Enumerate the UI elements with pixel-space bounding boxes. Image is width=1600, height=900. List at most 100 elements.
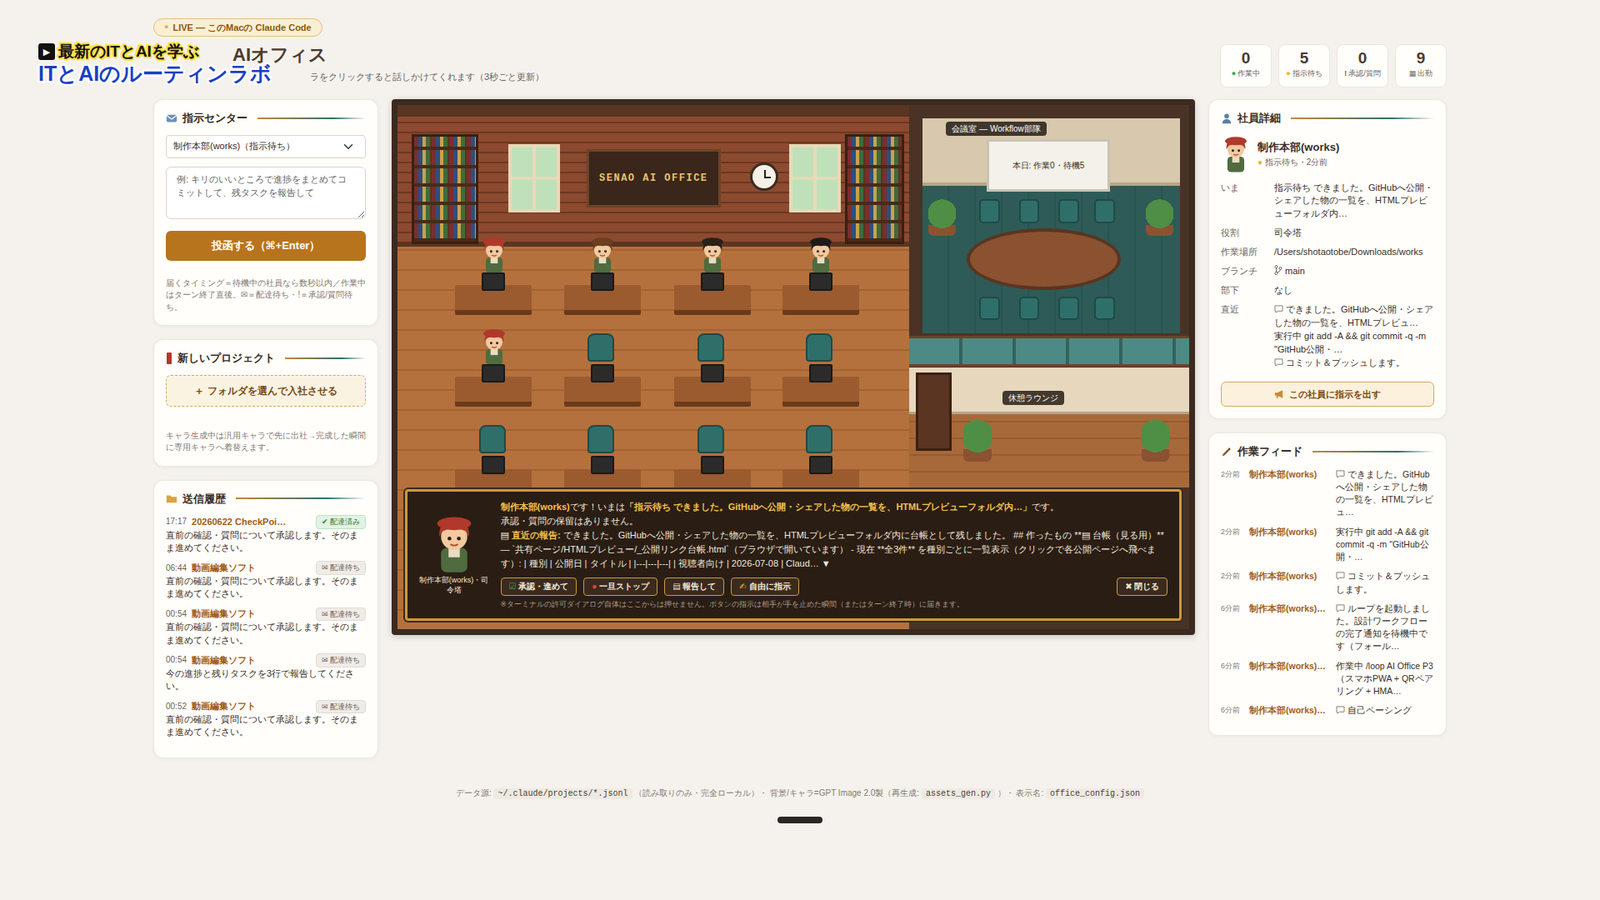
- badge-label: 配達待ち: [330, 610, 360, 619]
- history-item[interactable]: 17:1720260622 CheckPoi…✔ 配達済み直前の確認・質問につい…: [165, 515, 366, 555]
- action-icon: ▤: [672, 581, 680, 591]
- feed-item: 2分前制作本部(works)コミット＆プッシュします。: [1220, 570, 1435, 595]
- history-item[interactable]: 06:44動画編集ソフト✉ 配達待ち直前の確認・質問について承認します。そのまま…: [165, 560, 366, 600]
- door: [915, 372, 952, 451]
- field-label: 部下: [1220, 284, 1266, 298]
- feed-item: 6分前制作本部(works)…自己ペーシング: [1220, 704, 1435, 717]
- message-text: 今の進捗と残りタスクを3行で報告してください。: [165, 667, 366, 694]
- left-sidebar: 指示センター制作本部(works)（指示待ち）投函する（⌘+Enter）届くタイ…: [153, 99, 379, 759]
- monitor: [481, 272, 505, 291]
- plant: [1145, 199, 1174, 236]
- action-button[interactable]: ● 一旦ストップ: [583, 577, 658, 596]
- message-text: 直前の確認・質問について承認します。そのまま進めてください。: [165, 620, 366, 647]
- stat-label-row: ▦出勤: [1397, 68, 1445, 80]
- history-item[interactable]: 00:54動画編集ソフト✉ 配達待ち今の進捗と残りタスクを3行で報告してください…: [165, 653, 366, 693]
- speech-dialog: 制作本部(works)・司令塔制作本部(works)です！いまは「指示待ち でき…: [405, 489, 1183, 621]
- window: [508, 144, 560, 213]
- post-button[interactable]: 投函する（⌘+Enter）: [165, 230, 366, 261]
- delivery-badge: ✔ 配達済み: [315, 515, 366, 530]
- scroll-handle[interactable]: [777, 816, 823, 824]
- message-part: です！いまは: [570, 501, 625, 512]
- feed-author: 制作本部(works)…: [1249, 660, 1333, 699]
- field-line: /Users/shotaotobe/Downloads/works: [1274, 245, 1435, 260]
- desk: [674, 364, 751, 406]
- add-folder-button[interactable]: ＋ フォルダを選んで入社させる: [165, 375, 366, 407]
- sent-time: 00:52: [165, 700, 187, 713]
- desk: [674, 272, 751, 315]
- bookmark-icon: [165, 352, 173, 365]
- employee-character[interactable]: [697, 235, 728, 275]
- footer-text: （読み取りのみ・完全ローカル）・ 背景/キャラ=GPT Image 2.0製（再…: [634, 788, 920, 798]
- dialog-actions: ☑ 承認・進めて ● 一旦ストップ ▤ 報告して ✍ 自由に指示 ✖ 閉じる: [500, 577, 1169, 596]
- badge-icon: ✉: [321, 563, 329, 572]
- meeting-chair: [1094, 296, 1115, 320]
- expand-icon[interactable]: ▼: [821, 558, 831, 569]
- desk: [455, 364, 532, 406]
- feed-text: 実行中 git add -A && git commit -q -m "GitH…: [1335, 525, 1435, 565]
- feed-item: 6分前制作本部(works)…作業中 /loop AI Office P3（スマ…: [1220, 660, 1435, 699]
- panel-title: 新しいプロジェクト: [177, 350, 275, 367]
- target-name: 動画編集ソフト: [191, 607, 256, 620]
- history-item[interactable]: 00:52動画編集ソフト✉ 配達待ち直前の確認・質問について承認します。そのまま…: [165, 700, 366, 740]
- command-center-panel: 指示センター制作本部(works)（指示待ち）投函する（⌘+Enter）届くタイ…: [153, 99, 379, 326]
- badge-icon: ✉: [321, 702, 329, 711]
- feed-author: 制作本部(works): [1249, 468, 1333, 520]
- feed-author: 制作本部(works): [1249, 525, 1333, 565]
- assignee-select[interactable]: 制作本部(works)（指示待ち）: [165, 135, 366, 159]
- meeting-room-label: 会議室 — Workflow部隊: [945, 121, 1047, 136]
- plant: [928, 199, 956, 236]
- field-line: なし: [1274, 284, 1435, 298]
- employee-status: ● 指示待ち・2分前: [1257, 155, 1340, 169]
- empty-chair: [587, 333, 615, 362]
- employee-header: 制作本部(works)● 指示待ち・2分前: [1220, 135, 1435, 174]
- meeting-chair: [1019, 199, 1040, 223]
- panel-title: 作業フィード: [1237, 443, 1303, 460]
- message-part: です。: [1031, 501, 1060, 512]
- action-button[interactable]: ✍ 自由に指示: [730, 577, 799, 596]
- feed-message: 実行中 git add -A && git commit -q -m "GitH…: [1335, 526, 1430, 562]
- action-button[interactable]: ☑ 承認・進めて: [500, 577, 578, 596]
- employee-character[interactable]: [587, 235, 618, 275]
- stat-card: 0!承認/質問: [1336, 44, 1389, 88]
- folder-icon: [165, 492, 178, 505]
- employee-character[interactable]: [479, 327, 510, 366]
- office-scene[interactable]: SENAO AI OFFICE本日: 作業0・待機5会議室 — Workflow…: [391, 99, 1195, 635]
- feed-message: ループを起動しました。設計ワークフローの完了通知を待機中です（フォール…: [1335, 603, 1430, 652]
- watermark-line: ▶最新のITとAIを学ぶ: [38, 43, 272, 61]
- message-text: 直前の確認・質問について承認します。そのまま進めてください。: [165, 575, 366, 601]
- live-badge: ●LIVE — このMacの Claude Code: [153, 18, 323, 37]
- action-button[interactable]: ▤ 報告して: [664, 577, 725, 596]
- monitor: [700, 272, 725, 291]
- meeting-chair: [1019, 296, 1040, 320]
- empty-chair: [805, 425, 833, 454]
- monitor: [590, 455, 615, 475]
- instruction-input[interactable]: [165, 166, 366, 220]
- employee-character[interactable]: [479, 235, 510, 275]
- desk: [455, 272, 532, 315]
- glass-partition: [909, 335, 1190, 368]
- employee-character[interactable]: [805, 235, 836, 275]
- channel-watermark: ▶最新のITとAIを学ぶITとAIのルーティンラボ: [38, 43, 272, 85]
- field-value: 司令塔: [1274, 226, 1435, 240]
- header-rule: [257, 117, 366, 120]
- instruct-employee-button[interactable]: この社員に指示を出す: [1220, 381, 1435, 408]
- status-icon: ●: [1231, 69, 1236, 78]
- watermark-text: 最新のITとAIを学ぶ: [58, 43, 200, 61]
- status-dot-icon: ●: [1257, 157, 1263, 167]
- live-dot-icon: ●: [164, 22, 169, 33]
- feed-message: コミット＆プッシュします。: [1335, 570, 1430, 594]
- target-name: 20260622 CheckPoi…: [191, 515, 286, 529]
- report-icon: ▤: [500, 530, 510, 540]
- stat-label: 作業中: [1237, 69, 1260, 78]
- latest-report: ▤ 直近の報告: できました。GitHubへ公開・シェアした物の一覧を、HTML…: [500, 528, 1169, 571]
- work-feed-panel: 作業フィード2分前制作本部(works)できました。GitHubへ公開・シェアし…: [1208, 432, 1447, 736]
- history-panel: 送信履歴17:1720260622 CheckPoi…✔ 配達済み直前の確認・質…: [153, 480, 379, 759]
- message-part: 「指示待ち できました。GitHubへ公開・シェアした物の一覧を、HTMLプレビ…: [625, 501, 1032, 512]
- dialog-message: 制作本部(works)です！いまは「指示待ち できました。GitHubへ公開・シ…: [500, 500, 1169, 515]
- history-item[interactable]: 00:54動画編集ソフト✉ 配達待ち直前の確認・質問について承認します。そのまま…: [165, 607, 366, 647]
- right-sidebar: 社員詳細制作本部(works)● 指示待ち・2分前いま指示待ち できました。Gi…: [1208, 99, 1447, 736]
- action-icon: ●: [591, 581, 597, 591]
- line-text: コミット＆プッシュします。: [1285, 357, 1405, 368]
- close-button[interactable]: ✖ 閉じる: [1116, 577, 1168, 596]
- clock: [750, 162, 779, 191]
